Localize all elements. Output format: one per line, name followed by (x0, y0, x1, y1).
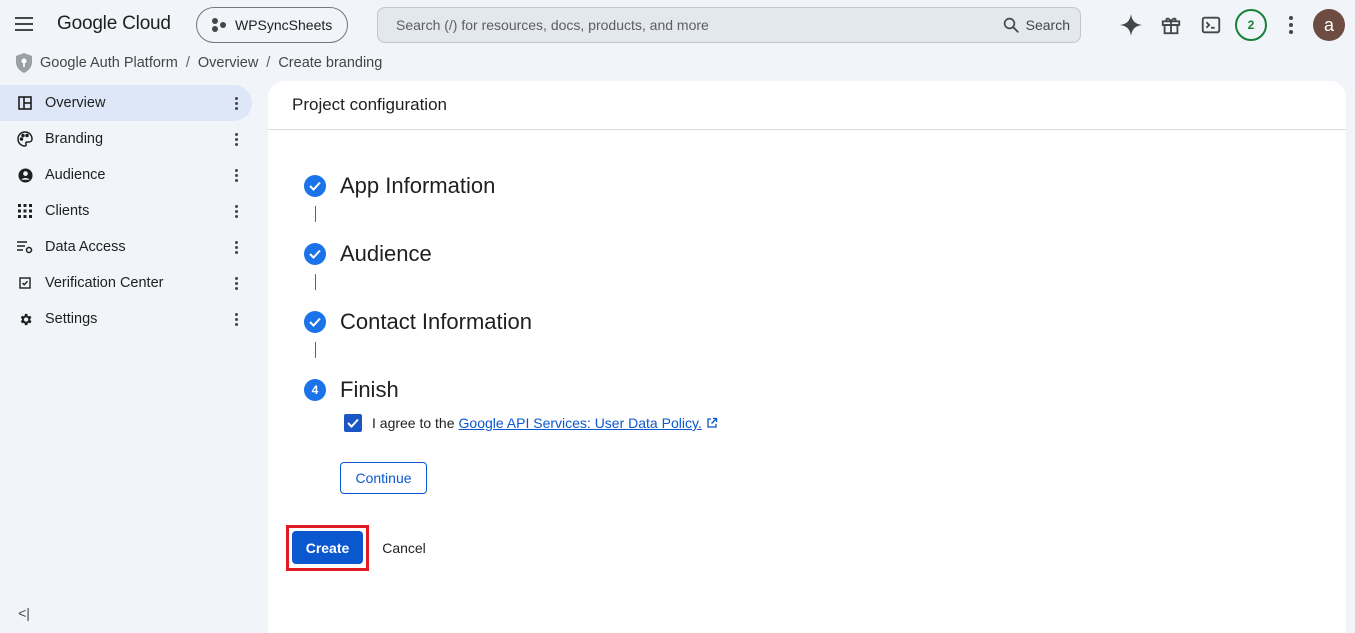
search-input[interactable] (396, 17, 1002, 33)
account-avatar[interactable]: a (1313, 9, 1345, 41)
sidebar-item-label: Data Access (45, 239, 126, 255)
breadcrumb-current: Create branding (278, 55, 383, 71)
breadcrumb-separator: / (185, 55, 190, 71)
sidebar: Overview Branding Audience Clients Data … (0, 85, 252, 337)
sidebar-item-label: Overview (45, 95, 106, 111)
search-button[interactable]: Search (1002, 16, 1070, 34)
more-vert-icon[interactable] (230, 201, 242, 221)
auth-platform-shield-icon (16, 53, 32, 73)
create-button[interactable]: Create (292, 531, 363, 564)
breadcrumb-separator: / (266, 55, 271, 71)
hamburger-icon-line (15, 29, 33, 31)
more-vert-icon[interactable] (230, 93, 242, 113)
collapse-sidebar-button[interactable]: <| (14, 603, 34, 623)
step-contact-information[interactable]: Contact Information (304, 309, 532, 335)
header-actions: 2 (1115, 9, 1315, 41)
sidebar-item-overview[interactable]: Overview (0, 85, 252, 121)
sidebar-item-data-access[interactable]: Data Access (0, 229, 252, 265)
more-vert-icon[interactable] (1275, 9, 1307, 41)
top-bar: Google Cloud WPSyncSheets Search 2 a (0, 0, 1355, 50)
project-picker-button[interactable]: WPSyncSheets (196, 7, 348, 43)
cloud-shell-terminal-icon[interactable] (1195, 9, 1227, 41)
check-circle-icon (304, 311, 326, 333)
step-audience[interactable]: Audience (304, 241, 432, 267)
more-vert-icon[interactable] (230, 165, 242, 185)
notifications-badge[interactable]: 2 (1235, 9, 1267, 41)
policy-agreement: I agree to the Google API Services: User… (344, 414, 718, 432)
sidebar-item-verification-center[interactable]: Verification Center (0, 265, 252, 301)
apps-grid-icon (16, 202, 34, 220)
verification-icon (16, 274, 34, 292)
sidebar-item-clients[interactable]: Clients (0, 193, 252, 229)
gear-icon (16, 310, 34, 328)
cancel-button[interactable]: Cancel (373, 531, 435, 564)
project-dots-icon (211, 17, 227, 33)
palette-icon (16, 130, 34, 148)
step-connector (315, 206, 316, 222)
data-access-icon (16, 238, 34, 256)
gemini-sparkle-icon[interactable] (1115, 9, 1147, 41)
more-vert-icon[interactable] (230, 309, 242, 329)
search-icon (1003, 17, 1019, 33)
sidebar-item-label: Verification Center (45, 275, 164, 291)
sidebar-item-settings[interactable]: Settings (0, 301, 252, 337)
project-name: WPSyncSheets (235, 17, 333, 33)
dashboard-icon (16, 94, 34, 112)
breadcrumb-overview[interactable]: Overview (198, 55, 258, 71)
hamburger-icon-line (15, 17, 33, 19)
agree-checkbox[interactable] (344, 414, 362, 432)
sidebar-item-label: Settings (45, 311, 98, 327)
google-cloud-logo[interactable]: Google Cloud (57, 13, 171, 35)
step-connector (315, 342, 316, 358)
user-data-policy-link[interactable]: Google API Services: User Data Policy. (459, 415, 702, 431)
panel-header: Project configuration (268, 81, 1346, 130)
step-finish[interactable]: 4 Finish (304, 377, 399, 403)
main-menu-button[interactable] (12, 13, 36, 37)
breadcrumb: Google Auth Platform / Overview / Create… (14, 52, 382, 74)
sidebar-item-label: Audience (45, 167, 106, 183)
hamburger-icon-line (15, 23, 33, 25)
sidebar-item-audience[interactable]: Audience (0, 157, 252, 193)
page-title: Project configuration (292, 95, 447, 114)
more-vert-icon[interactable] (230, 237, 242, 257)
search-bar: Search (377, 7, 1081, 43)
check-circle-icon (304, 175, 326, 197)
more-vert-icon[interactable] (230, 129, 242, 149)
step-number-badge: 4 (304, 379, 326, 401)
step-app-information[interactable]: App Information (304, 173, 495, 199)
open-in-new-icon[interactable] (706, 417, 718, 429)
account-circle-icon (16, 166, 34, 184)
agree-text: I agree to the (372, 415, 455, 431)
step-label: Finish (340, 377, 399, 402)
more-vert-icon[interactable] (230, 273, 242, 293)
check-circle-icon (304, 243, 326, 265)
sidebar-item-label: Branding (45, 131, 104, 147)
sidebar-item-branding[interactable]: Branding (0, 121, 252, 157)
main-panel: Project configuration App Information Au… (268, 81, 1346, 633)
continue-button[interactable]: Continue (340, 462, 427, 494)
search-button-label: Search (1025, 17, 1070, 33)
step-label: Contact Information (340, 309, 532, 334)
step-connector (315, 274, 316, 290)
breadcrumb-root[interactable]: Google Auth Platform (40, 55, 178, 71)
gift-icon[interactable] (1155, 9, 1187, 41)
step-label: App Information (340, 173, 496, 198)
step-label: Audience (340, 241, 432, 266)
sidebar-item-label: Clients (45, 203, 90, 219)
